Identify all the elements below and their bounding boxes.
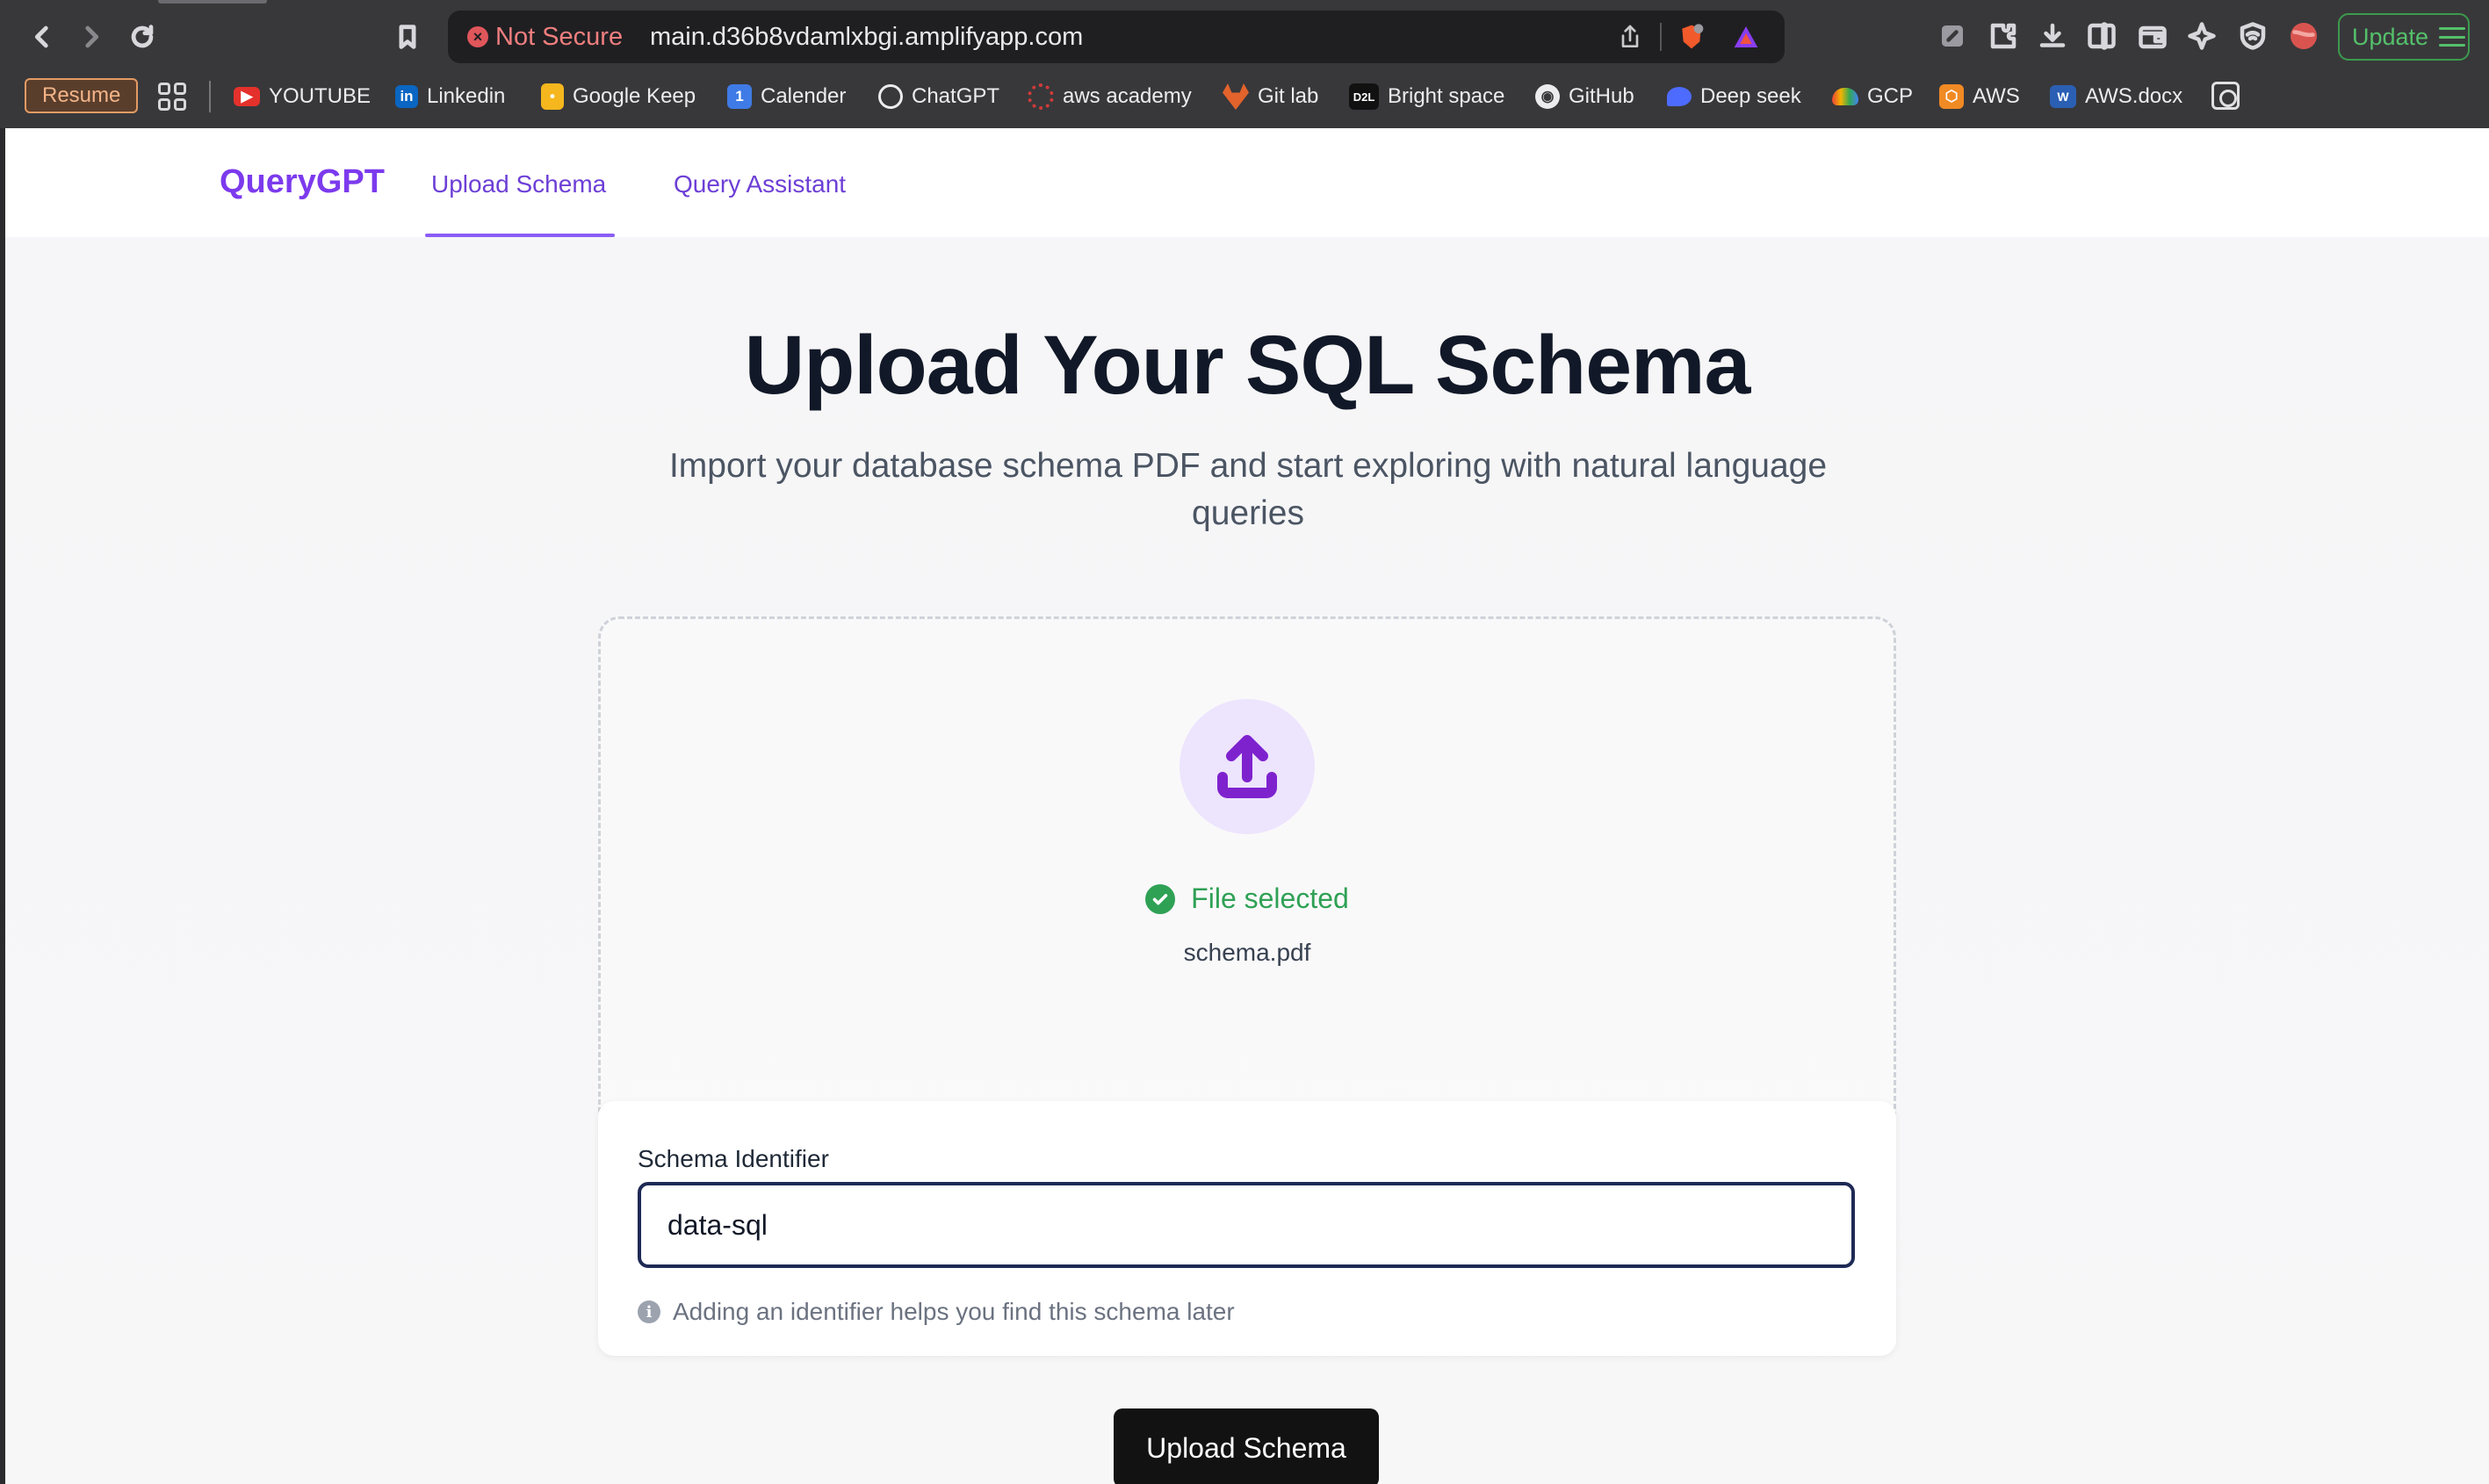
file-status-text: File selected [1191, 882, 1349, 914]
check-circle-icon [1145, 883, 1176, 914]
bookmark-aws-docx[interactable]: W AWS.docx [2050, 80, 2182, 113]
brave-shield-icon[interactable] [1677, 23, 1706, 51]
url-text[interactable]: main.d36b8vdamlxbgi.amplifyapp.com [650, 23, 1083, 52]
gcp-icon [1832, 88, 1858, 105]
d2l-icon: D2L [1349, 83, 1379, 110]
bookmark-brightspace[interactable]: D2L Bright space [1349, 80, 1504, 113]
leo-ai-icon[interactable] [2185, 19, 2218, 53]
urlbar-divider [1660, 23, 1662, 51]
bookmark-label: AWS.docx [2085, 84, 2183, 108]
identifier-hint: i Adding an identifier helps you find th… [638, 1298, 1235, 1326]
info-icon: i [638, 1300, 660, 1323]
bookmark-label: Bright space [1388, 84, 1505, 108]
brave-rewards-icon[interactable] [1732, 23, 1760, 51]
aws-icon: ⬡ [1939, 84, 1964, 109]
bookmark-gitlab[interactable]: Git lab [1223, 80, 1318, 113]
menu-icon [2439, 27, 2466, 47]
bookmark-label: Calender [761, 84, 847, 108]
upload-icon [1217, 735, 1277, 798]
share-icon[interactable] [1616, 23, 1644, 51]
bookmark-page-button[interactable] [386, 16, 429, 58]
tab-query-assistant[interactable]: Query Assistant [674, 170, 846, 198]
gitlab-icon [1223, 83, 1249, 110]
file-status: File selected [601, 882, 1894, 915]
page: QueryGPT Upload Schema Query Assistant U… [5, 128, 2489, 1484]
linkedin-icon: in [395, 85, 418, 108]
sidebar-toggle-icon[interactable] [2085, 19, 2118, 53]
bookmark-label: Linkedin [427, 84, 506, 108]
bookmark-aws[interactable]: ⬡ AWS [1939, 80, 2020, 113]
back-icon [34, 25, 48, 48]
tab-upload-schema[interactable]: Upload Schema [431, 170, 606, 198]
bookmark-extra-icon[interactable] [2211, 82, 2240, 110]
youtube-icon: ▶ [234, 87, 260, 106]
bookmark-label: GCP [1867, 84, 1914, 108]
schema-identifier-label: Schema Identifier [638, 1145, 829, 1172]
reload-icon [131, 25, 154, 48]
back-button[interactable] [21, 16, 63, 58]
bookmark-github[interactable]: ◉ GitHub [1535, 80, 1634, 113]
page-subtitle: Import your database schema PDF and star… [668, 447, 1828, 532]
update-label: Update [2352, 23, 2429, 50]
downloads-icon[interactable] [2036, 19, 2069, 53]
bookmark-label: YOUTUBE [269, 84, 372, 108]
apps-grid-icon[interactable] [158, 83, 186, 111]
word-icon: W [2050, 85, 2076, 108]
bookmark-youtube[interactable]: ▶ YOUTUBE [234, 80, 371, 113]
bookmark-deepseek[interactable]: Deep seek [1667, 80, 1801, 113]
schema-identifier-card: Schema Identifier i Adding an identifier… [598, 1101, 1896, 1356]
keep-icon: • [541, 83, 564, 110]
bookmark-google-keep[interactable]: • Google Keep [541, 80, 696, 113]
bookmark-calendar[interactable]: 1 Calender [727, 80, 846, 113]
bookmark-label: AWS [1973, 84, 2020, 108]
bookmark-linkedin[interactable]: in Linkedin [395, 80, 505, 113]
active-tab-underline [425, 234, 615, 237]
chatgpt-icon [878, 84, 903, 109]
vpn-shield-icon[interactable] [2236, 19, 2269, 53]
upload-schema-button[interactable]: Upload Schema [1114, 1408, 1379, 1484]
selected-file-name: schema.pdf [1183, 939, 1311, 966]
active-tab-indicator [158, 0, 267, 4]
update-browser-button[interactable]: Update [2338, 13, 2470, 61]
bookmark-icon [399, 25, 416, 49]
identifier-hint-text: Adding an identifier helps you find this… [673, 1298, 1235, 1325]
bookmark-chatgpt[interactable]: ChatGPT [878, 80, 999, 113]
brand-logo[interactable]: QueryGPT [220, 163, 385, 201]
file-dropzone[interactable]: File selected schema.pdf [598, 616, 1896, 1177]
bookmark-gcp[interactable]: GCP [1832, 80, 1913, 113]
bookmark-label: ChatGPT [912, 84, 1000, 108]
schema-identifier-input[interactable] [638, 1182, 1855, 1268]
forward-button[interactable] [70, 16, 112, 58]
bookmark-aws-academy[interactable]: aws academy [1028, 80, 1192, 113]
profile-avatar-icon[interactable] [2287, 19, 2320, 53]
bookmark-label: Git lab [1258, 84, 1319, 108]
browser-chrome: × Not Secure main.d36b8vdamlxbgi.amplify… [0, 0, 2489, 128]
github-icon: ◉ [1535, 84, 1560, 109]
deepseek-icon [1667, 87, 1692, 106]
address-bar[interactable]: × Not Secure main.d36b8vdamlxbgi.amplify… [448, 11, 1785, 63]
security-indicator[interactable]: Not Secure [495, 23, 623, 52]
bookmark-label: Deep seek [1700, 84, 1801, 108]
bookmark-label: GitHub [1569, 84, 1634, 108]
forward-icon [85, 25, 99, 48]
wallet-icon[interactable] [2136, 19, 2169, 53]
top-navigation: QueryGPT Upload Schema Query Assistant [5, 128, 2489, 237]
bookmark-label: Google Keep [573, 84, 696, 108]
not-secure-icon: × [467, 26, 488, 47]
calendar-icon: 1 [727, 84, 752, 109]
bookmark-resume[interactable]: Resume [25, 78, 139, 113]
extension-notes-icon[interactable] [1936, 19, 1969, 53]
reload-button[interactable] [121, 16, 163, 58]
upload-icon-circle [1180, 699, 1315, 834]
page-title: Upload Your SQL Schema [744, 319, 1751, 412]
bookmarks-divider [209, 81, 211, 112]
extensions-puzzle-icon[interactable] [1987, 19, 2020, 53]
bookmark-label: aws academy [1063, 84, 1192, 108]
aws-academy-icon [1028, 83, 1054, 110]
